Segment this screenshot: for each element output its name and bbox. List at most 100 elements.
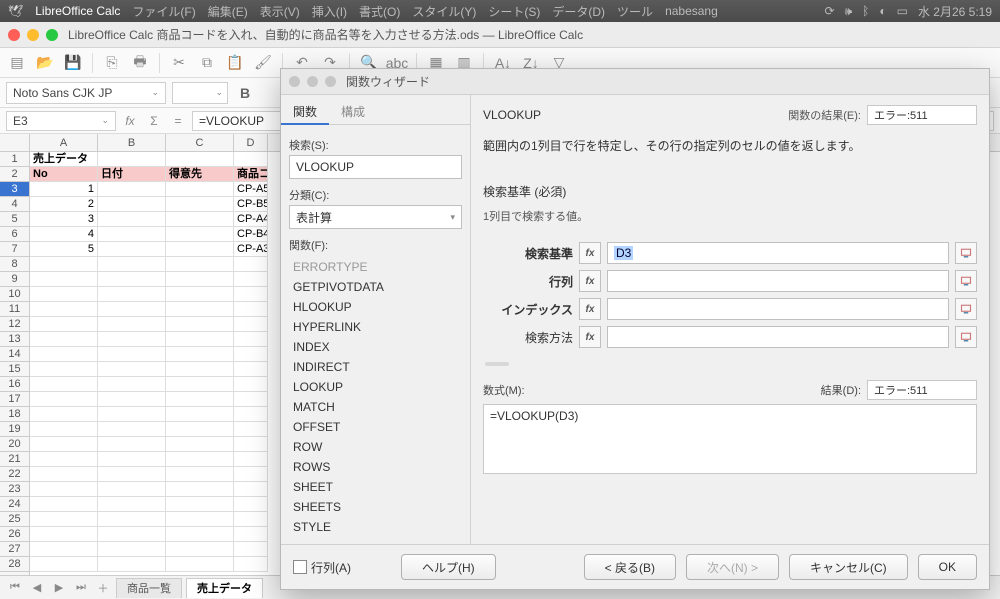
- cell[interactable]: [98, 557, 166, 572]
- cell[interactable]: [166, 332, 234, 347]
- cell[interactable]: [30, 377, 98, 392]
- copy-icon[interactable]: ⧉: [196, 52, 218, 74]
- cell[interactable]: [234, 287, 268, 302]
- row-header[interactable]: 3: [0, 182, 29, 197]
- bold-icon[interactable]: B: [234, 82, 256, 104]
- cell[interactable]: [234, 302, 268, 317]
- tab-first-icon[interactable]: ⏮: [6, 579, 24, 597]
- row-header[interactable]: 18: [0, 407, 29, 422]
- tab-prev-icon[interactable]: ◀: [28, 579, 46, 597]
- category-select[interactable]: 表計算 ▾: [289, 205, 462, 229]
- cell[interactable]: [98, 332, 166, 347]
- cell[interactable]: [98, 197, 166, 212]
- cell[interactable]: [166, 287, 234, 302]
- col-header[interactable]: A: [30, 134, 98, 152]
- row-header[interactable]: 5: [0, 212, 29, 227]
- sheet-tab-1[interactable]: 売上データ: [186, 578, 263, 598]
- cell[interactable]: [98, 422, 166, 437]
- cell[interactable]: [98, 257, 166, 272]
- cell[interactable]: [30, 437, 98, 452]
- cell[interactable]: [166, 272, 234, 287]
- cell[interactable]: 日付: [98, 167, 166, 182]
- cell[interactable]: [166, 182, 234, 197]
- cell[interactable]: [98, 452, 166, 467]
- cell[interactable]: [166, 557, 234, 572]
- cell[interactable]: [166, 542, 234, 557]
- row-header[interactable]: 9: [0, 272, 29, 287]
- cell[interactable]: 売上データ: [30, 152, 98, 167]
- resize-handle[interactable]: [485, 362, 509, 366]
- cell[interactable]: 1: [30, 182, 98, 197]
- shrink-icon[interactable]: [955, 270, 977, 292]
- row-header[interactable]: 8: [0, 257, 29, 272]
- cell[interactable]: [166, 197, 234, 212]
- cell[interactable]: [98, 437, 166, 452]
- function-list-item[interactable]: ERRORTYPE: [289, 257, 462, 277]
- fx-icon[interactable]: fx: [120, 111, 140, 131]
- cell[interactable]: [98, 242, 166, 257]
- cancel-button[interactable]: キャンセル(C): [789, 554, 908, 580]
- cell[interactable]: 商品コ: [234, 167, 268, 182]
- help-button[interactable]: ヘルプ(H): [401, 554, 496, 580]
- cell[interactable]: [234, 422, 268, 437]
- sum-icon[interactable]: Σ: [144, 111, 164, 131]
- function-list-item[interactable]: GETPIVOTDATA: [289, 277, 462, 297]
- function-list-item[interactable]: ROWS: [289, 457, 462, 477]
- name-box[interactable]: E3 ⌄: [6, 111, 116, 131]
- cell[interactable]: [30, 347, 98, 362]
- row-header[interactable]: 24: [0, 497, 29, 512]
- cell[interactable]: [30, 392, 98, 407]
- cell[interactable]: [166, 317, 234, 332]
- cell[interactable]: [234, 497, 268, 512]
- cell[interactable]: [98, 182, 166, 197]
- cell[interactable]: [234, 377, 268, 392]
- minimize-window[interactable]: [27, 29, 39, 41]
- cell[interactable]: [30, 497, 98, 512]
- arg-input[interactable]: [607, 270, 949, 292]
- cell[interactable]: [234, 452, 268, 467]
- cell[interactable]: [166, 302, 234, 317]
- cell[interactable]: [234, 527, 268, 542]
- cell[interactable]: CP-A3: [234, 242, 268, 257]
- function-list-item[interactable]: STYLE: [289, 517, 462, 536]
- cell[interactable]: [234, 392, 268, 407]
- cell[interactable]: [166, 452, 234, 467]
- cell[interactable]: [98, 512, 166, 527]
- cell[interactable]: [98, 152, 166, 167]
- row-header[interactable]: 6: [0, 227, 29, 242]
- cell[interactable]: [98, 407, 166, 422]
- row-header[interactable]: 15: [0, 362, 29, 377]
- cell[interactable]: [98, 347, 166, 362]
- search-input[interactable]: VLOOKUP: [289, 155, 462, 179]
- cell[interactable]: [166, 377, 234, 392]
- tab-structure[interactable]: 構成: [329, 99, 377, 125]
- cell[interactable]: [234, 467, 268, 482]
- cell[interactable]: [30, 302, 98, 317]
- tab-last-icon[interactable]: ⏭: [72, 579, 90, 597]
- function-list-item[interactable]: OFFSET: [289, 417, 462, 437]
- cell[interactable]: [234, 152, 268, 167]
- menu-user[interactable]: nabesang: [665, 4, 718, 18]
- cell[interactable]: [234, 362, 268, 377]
- row-header[interactable]: 17: [0, 392, 29, 407]
- cell[interactable]: [30, 422, 98, 437]
- cell[interactable]: [234, 272, 268, 287]
- row-header[interactable]: 1: [0, 152, 29, 167]
- function-list-item[interactable]: LOOKUP: [289, 377, 462, 397]
- cell[interactable]: [166, 407, 234, 422]
- arg-input[interactable]: [607, 298, 949, 320]
- cell[interactable]: 3: [30, 212, 98, 227]
- paste-icon[interactable]: 📋: [224, 52, 246, 74]
- cell[interactable]: [166, 227, 234, 242]
- cell[interactable]: [166, 212, 234, 227]
- cell[interactable]: [30, 317, 98, 332]
- cell[interactable]: [166, 437, 234, 452]
- function-list-item[interactable]: INDIRECT: [289, 357, 462, 377]
- row-header[interactable]: 10: [0, 287, 29, 302]
- equals-icon[interactable]: =: [168, 111, 188, 131]
- font-size-select[interactable]: ⌄: [172, 82, 228, 104]
- menu-edit[interactable]: 編集(E): [208, 3, 248, 20]
- row-header[interactable]: 19: [0, 422, 29, 437]
- menu-tool[interactable]: ツール: [617, 3, 653, 20]
- function-list-item[interactable]: INDEX: [289, 337, 462, 357]
